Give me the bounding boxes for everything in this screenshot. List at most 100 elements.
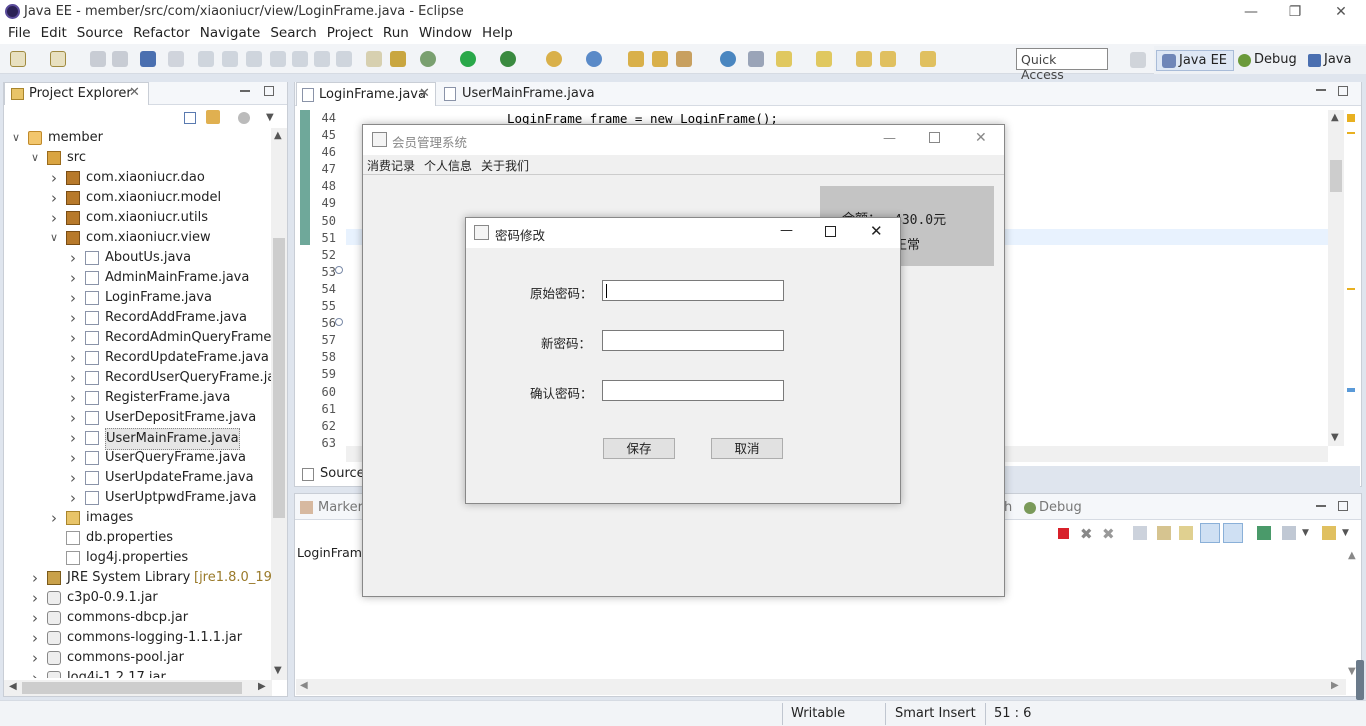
tree-item[interactable]: ∨ member [10,128,272,148]
cancel-button[interactable]: 取消 [711,438,783,459]
terminate-icon[interactable] [246,51,262,67]
search-tool-icon[interactable] [676,51,692,67]
menu-about-us[interactable]: 关于我们 [481,157,529,174]
close-icon[interactable]: ✕ [1318,0,1364,24]
overview-mark[interactable] [1347,288,1355,290]
editor-vscroll-thumb[interactable] [1330,160,1342,192]
minimize-icon[interactable]: — [1228,0,1274,24]
tree-item[interactable]: › UserUptpwdFrame.java [10,488,272,508]
save-icon[interactable] [90,51,106,67]
menu-edit[interactable]: Edit [36,24,72,42]
collapse-all-icon[interactable] [184,112,196,124]
scroll-down-icon[interactable]: ▼ [274,665,282,676]
tasks-icon[interactable] [366,51,382,67]
tree-item[interactable]: › UserUpdateFrame.java [10,468,272,488]
open-type-icon[interactable] [628,51,644,67]
scroll-up-icon[interactable]: ▲ [274,130,282,141]
tree-item[interactable]: db.properties [10,528,272,548]
scroll-left-icon[interactable]: ◀ [300,680,308,691]
maximize-icon[interactable] [929,132,940,143]
view-menu-icon[interactable]: ▼ [1342,528,1349,538]
next-annotation-icon[interactable] [776,51,792,67]
close-tab-icon[interactable]: ✕ [419,86,430,101]
suspend-icon[interactable] [222,51,238,67]
collapsed-arrow-icon[interactable]: › [68,288,78,308]
new-password-input[interactable] [602,330,784,351]
tree-item[interactable]: › UserQueryFrame.java [10,448,272,468]
maximize-editor-icon[interactable] [1338,86,1348,96]
view-menu-icon[interactable]: ▼ [266,112,274,123]
tree-item[interactable]: › RecordUserQueryFrame.java [10,368,272,388]
tree-item[interactable]: › c3p0-0.9.1.jar [10,588,272,608]
collapsed-arrow-icon[interactable]: › [49,188,59,208]
debug-icon[interactable] [420,51,436,67]
menu-file[interactable]: File [3,24,36,42]
menu-personal-info[interactable]: 个人信息 [424,157,472,174]
maximize-icon[interactable] [825,226,836,237]
collapsed-arrow-icon[interactable]: › [49,208,59,228]
back-icon[interactable] [880,51,896,67]
collapsed-arrow-icon[interactable]: › [68,428,78,448]
skip-breakpoints-icon[interactable] [168,51,184,67]
maximize-view-icon[interactable] [264,86,274,96]
show-stdout-icon[interactable] [1200,523,1220,543]
collapsed-arrow-icon[interactable]: › [68,388,78,408]
new-wizard-icon[interactable] [50,51,66,67]
clear-console-icon[interactable] [1133,526,1147,540]
scroll-lock-icon[interactable] [1157,526,1171,540]
new-console-icon[interactable] [1322,526,1336,540]
terminate-icon[interactable] [1058,528,1069,539]
tree-item[interactable]: › RecordAdminQueryFrame.jav [10,328,272,348]
scroll-down-icon[interactable]: ▼ [1348,666,1356,677]
menu-help[interactable]: Help [477,24,518,42]
tree-item[interactable]: ∨ src [10,148,272,168]
tree-item[interactable]: › LoginFrame.java [10,288,272,308]
tree-item[interactable]: › AboutUs.java [10,248,272,268]
pin-console-icon[interactable] [1257,526,1271,540]
globe-icon[interactable] [720,51,736,67]
step-over-icon[interactable] [292,51,308,67]
collapsed-arrow-icon[interactable]: › [68,488,78,508]
overview-mark[interactable] [1347,132,1355,134]
collapsed-arrow-icon[interactable]: › [68,248,78,268]
close-icon[interactable]: ✕ [870,222,883,240]
confirm-password-input[interactable] [602,380,784,401]
resume-icon[interactable] [198,51,214,67]
debug-tab[interactable]: Debug [1022,500,1082,515]
minimize-icon[interactable]: — [780,223,793,238]
collapsed-arrow-icon[interactable]: › [68,368,78,388]
step-icon[interactable] [270,51,286,67]
tree-item[interactable]: › images [10,508,272,528]
collapsed-arrow-icon[interactable]: › [68,328,78,348]
minimize-editor-icon[interactable] [1316,89,1326,91]
quick-access-input[interactable]: Quick Access [1016,48,1108,82]
collapsed-arrow-icon[interactable]: › [68,448,78,468]
collapsed-arrow-icon[interactable]: › [68,268,78,288]
console-hscrollbar[interactable] [296,679,1346,695]
warning-marker-icon[interactable] [1347,114,1355,122]
menu-consume-records[interactable]: 消费记录 [367,157,415,174]
collapsed-arrow-icon[interactable]: › [49,168,59,188]
menu-search[interactable]: Search [265,24,321,42]
restore-icon[interactable]: ❐ [1272,0,1318,24]
collapsed-arrow-icon[interactable]: › [30,608,40,628]
remove-all-icon[interactable]: ✖ [1102,525,1115,543]
explorer-hscroll-thumb[interactable] [22,682,242,694]
close-icon[interactable]: ✕ [975,130,987,146]
minimize-icon[interactable]: — [883,131,896,146]
drop-frame-icon[interactable] [336,51,352,67]
collapsed-arrow-icon[interactable]: › [30,668,40,678]
tree-item[interactable]: › UserDepositFrame.java [10,408,272,428]
partial-tab[interactable]: h [1004,500,1012,515]
run-icon[interactable] [460,51,476,67]
new-icon[interactable] [10,51,26,67]
window-resize-grip[interactable] [1356,660,1364,700]
run-coverage-icon[interactable] [500,51,516,67]
tree-item[interactable]: › commons-pool.jar [10,648,272,668]
open-perspective-icon[interactable] [1130,52,1146,68]
tree-item[interactable]: › commons-dbcp.jar [10,608,272,628]
tree-item[interactable]: › commons-logging-1.1.1.jar [10,628,272,648]
save-button[interactable]: 保存 [603,438,675,459]
scroll-down-icon[interactable]: ▼ [1331,432,1339,443]
source-tab[interactable]: Source [298,466,365,481]
